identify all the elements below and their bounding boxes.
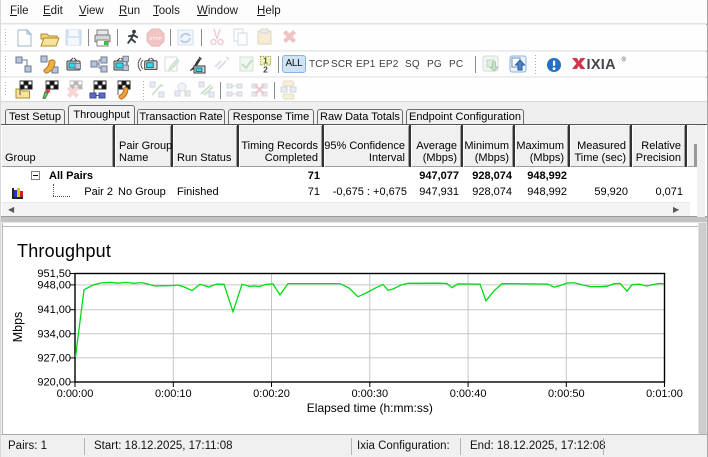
- svg-text:Elapsed time (h:mm:ss): Elapsed time (h:mm:ss): [307, 401, 433, 415]
- svg-text:0:00:20: 0:00:20: [253, 388, 290, 400]
- svg-text:927,00: 927,00: [37, 352, 71, 364]
- svg-text:STOP: STOP: [149, 36, 161, 41]
- svg-text:IXIA: IXIA: [587, 57, 617, 73]
- svg-text:0:01:00: 0:01:00: [646, 388, 683, 400]
- svg-text:0:00:50: 0:00:50: [548, 388, 585, 400]
- svg-text:948,00: 948,00: [37, 279, 71, 291]
- svg-text:934,00: 934,00: [37, 328, 71, 340]
- svg-text:0:00:40: 0:00:40: [450, 388, 487, 400]
- svg-text:920,00: 920,00: [37, 377, 71, 389]
- svg-text:951,50: 951,50: [37, 268, 71, 280]
- svg-text:2: 2: [263, 65, 268, 75]
- svg-text:®: ®: [622, 57, 627, 64]
- svg-text:941,00: 941,00: [37, 304, 71, 316]
- svg-text:0:00:00: 0:00:00: [57, 388, 94, 400]
- svg-text:0:00:30: 0:00:30: [351, 388, 388, 400]
- svg-text:0:00:10: 0:00:10: [155, 388, 192, 400]
- svg-text:Mbps: Mbps: [11, 312, 25, 343]
